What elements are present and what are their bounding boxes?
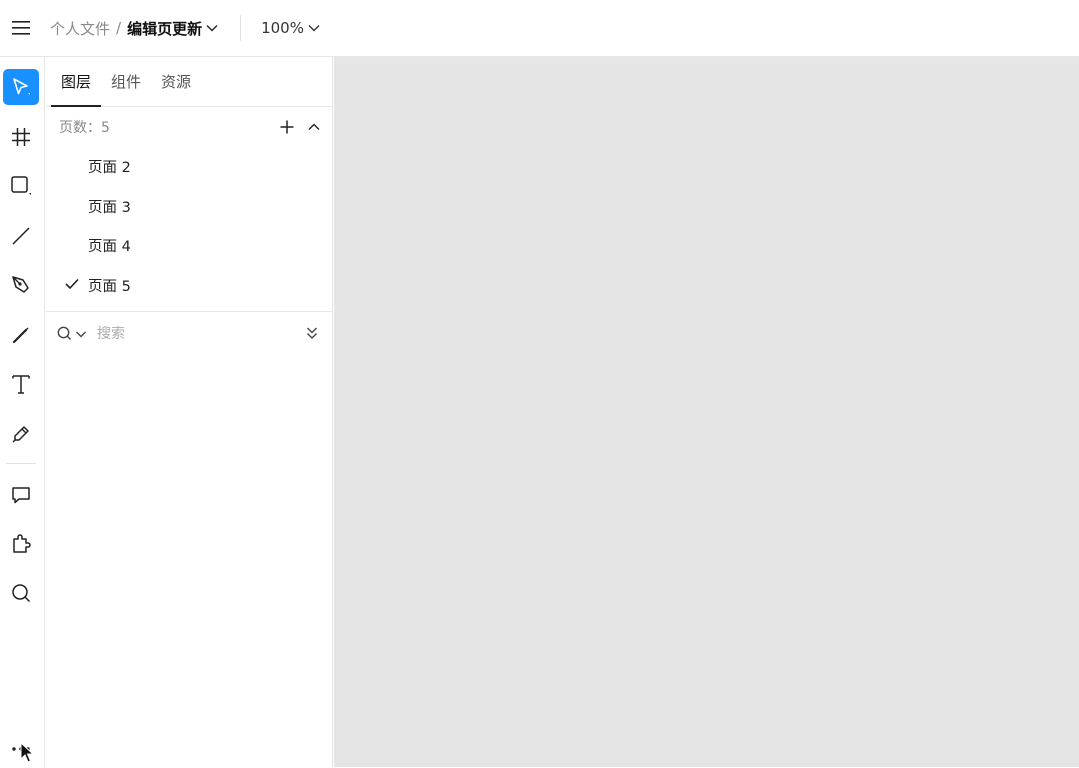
header-divider — [240, 15, 242, 41]
search-tool[interactable] — [3, 575, 39, 611]
page-item-label: 页面 4 — [88, 239, 131, 256]
plugin-tool[interactable] — [3, 526, 39, 562]
page-item-current[interactable]: 页面 5 — [46, 266, 332, 306]
page-item-label: 页面 2 — [88, 160, 131, 177]
search-icon — [57, 326, 71, 340]
page-item[interactable]: 页面 2 — [46, 147, 332, 187]
pencil-icon — [12, 327, 29, 344]
chevron-down-icon — [308, 25, 320, 32]
pen-nib-icon — [12, 276, 29, 293]
layer-search — [46, 312, 332, 356]
zoom-level: 100% — [261, 19, 304, 37]
chevron-down-icon — [76, 331, 86, 338]
breadcrumb-separator: / — [116, 19, 122, 37]
rectangle-tool[interactable] — [3, 168, 39, 204]
pointer-arrow-icon — [13, 78, 30, 95]
pages-header: 页数：5 — [46, 107, 332, 147]
tab-layers[interactable]: 图层 — [51, 56, 102, 107]
page-item-label: 页面 5 — [88, 278, 131, 295]
text-tool[interactable] — [3, 366, 39, 402]
brush-tool[interactable] — [3, 416, 39, 452]
expand-all-button[interactable] — [306, 326, 318, 340]
tab-components[interactable]: 组件 — [101, 56, 151, 106]
search-filter-button[interactable] — [57, 326, 87, 342]
canvas-area[interactable] — [334, 57, 1079, 767]
square-icon — [11, 176, 31, 195]
comment-tool[interactable] — [3, 477, 39, 513]
toolbar-divider — [6, 463, 36, 464]
search-icon — [12, 584, 31, 603]
pencil-tool[interactable] — [3, 317, 39, 353]
cursor-arrow-icon — [20, 741, 35, 763]
frame-tool[interactable] — [3, 119, 39, 155]
mouse-cursor — [20, 741, 35, 768]
menu-button[interactable] — [0, 0, 42, 57]
pen-tool[interactable] — [3, 267, 39, 303]
line-tool[interactable] — [3, 218, 39, 254]
page-item[interactable]: 页面 3 — [46, 187, 332, 227]
breadcrumb-parent[interactable]: 个人文件 — [50, 18, 110, 39]
hamburger-icon — [12, 21, 30, 35]
hash-frame-icon — [12, 128, 30, 146]
search-input[interactable] — [95, 325, 275, 343]
page-item[interactable]: 页面 4 — [46, 226, 332, 266]
brush-icon — [12, 426, 29, 443]
top-bar: 个人文件 / 编辑页更新 100% — [0, 0, 1079, 57]
comment-bubble-icon — [12, 487, 30, 504]
page-item-label: 页面 3 — [88, 199, 131, 216]
tab-assets[interactable]: 资源 — [151, 56, 201, 106]
tool-sidebar — [0, 57, 45, 767]
chevron-up-icon — [308, 123, 320, 130]
chevron-down-icon — [206, 25, 218, 32]
pages-count-label: 页数：5 — [59, 120, 110, 136]
file-menu-chevron[interactable] — [206, 24, 218, 32]
line-icon — [12, 227, 30, 245]
zoom-dropdown[interactable]: 100% — [261, 19, 320, 37]
zoom-chevron — [308, 24, 320, 32]
puzzle-icon — [13, 534, 31, 553]
check-icon — [65, 278, 79, 294]
breadcrumb: 个人文件 / 编辑页更新 — [50, 0, 218, 57]
page-list: 页面 2 页面 3 页面 4 页面 5 — [46, 147, 332, 305]
file-name[interactable]: 编辑页更新 — [127, 18, 202, 39]
panel-tabs: 图层 组件 资源 — [46, 57, 332, 107]
collapse-pages-button[interactable] — [308, 123, 320, 131]
plus-icon — [280, 120, 294, 134]
move-tool[interactable] — [3, 69, 39, 105]
text-t-icon — [12, 375, 30, 394]
double-chevron-down-icon — [307, 327, 317, 339]
layers-panel: 图层 组件 资源 页数：5 页面 2 页面 3 页面 4 页面 5 搜索 — [46, 57, 333, 767]
add-page-button[interactable] — [280, 120, 294, 134]
